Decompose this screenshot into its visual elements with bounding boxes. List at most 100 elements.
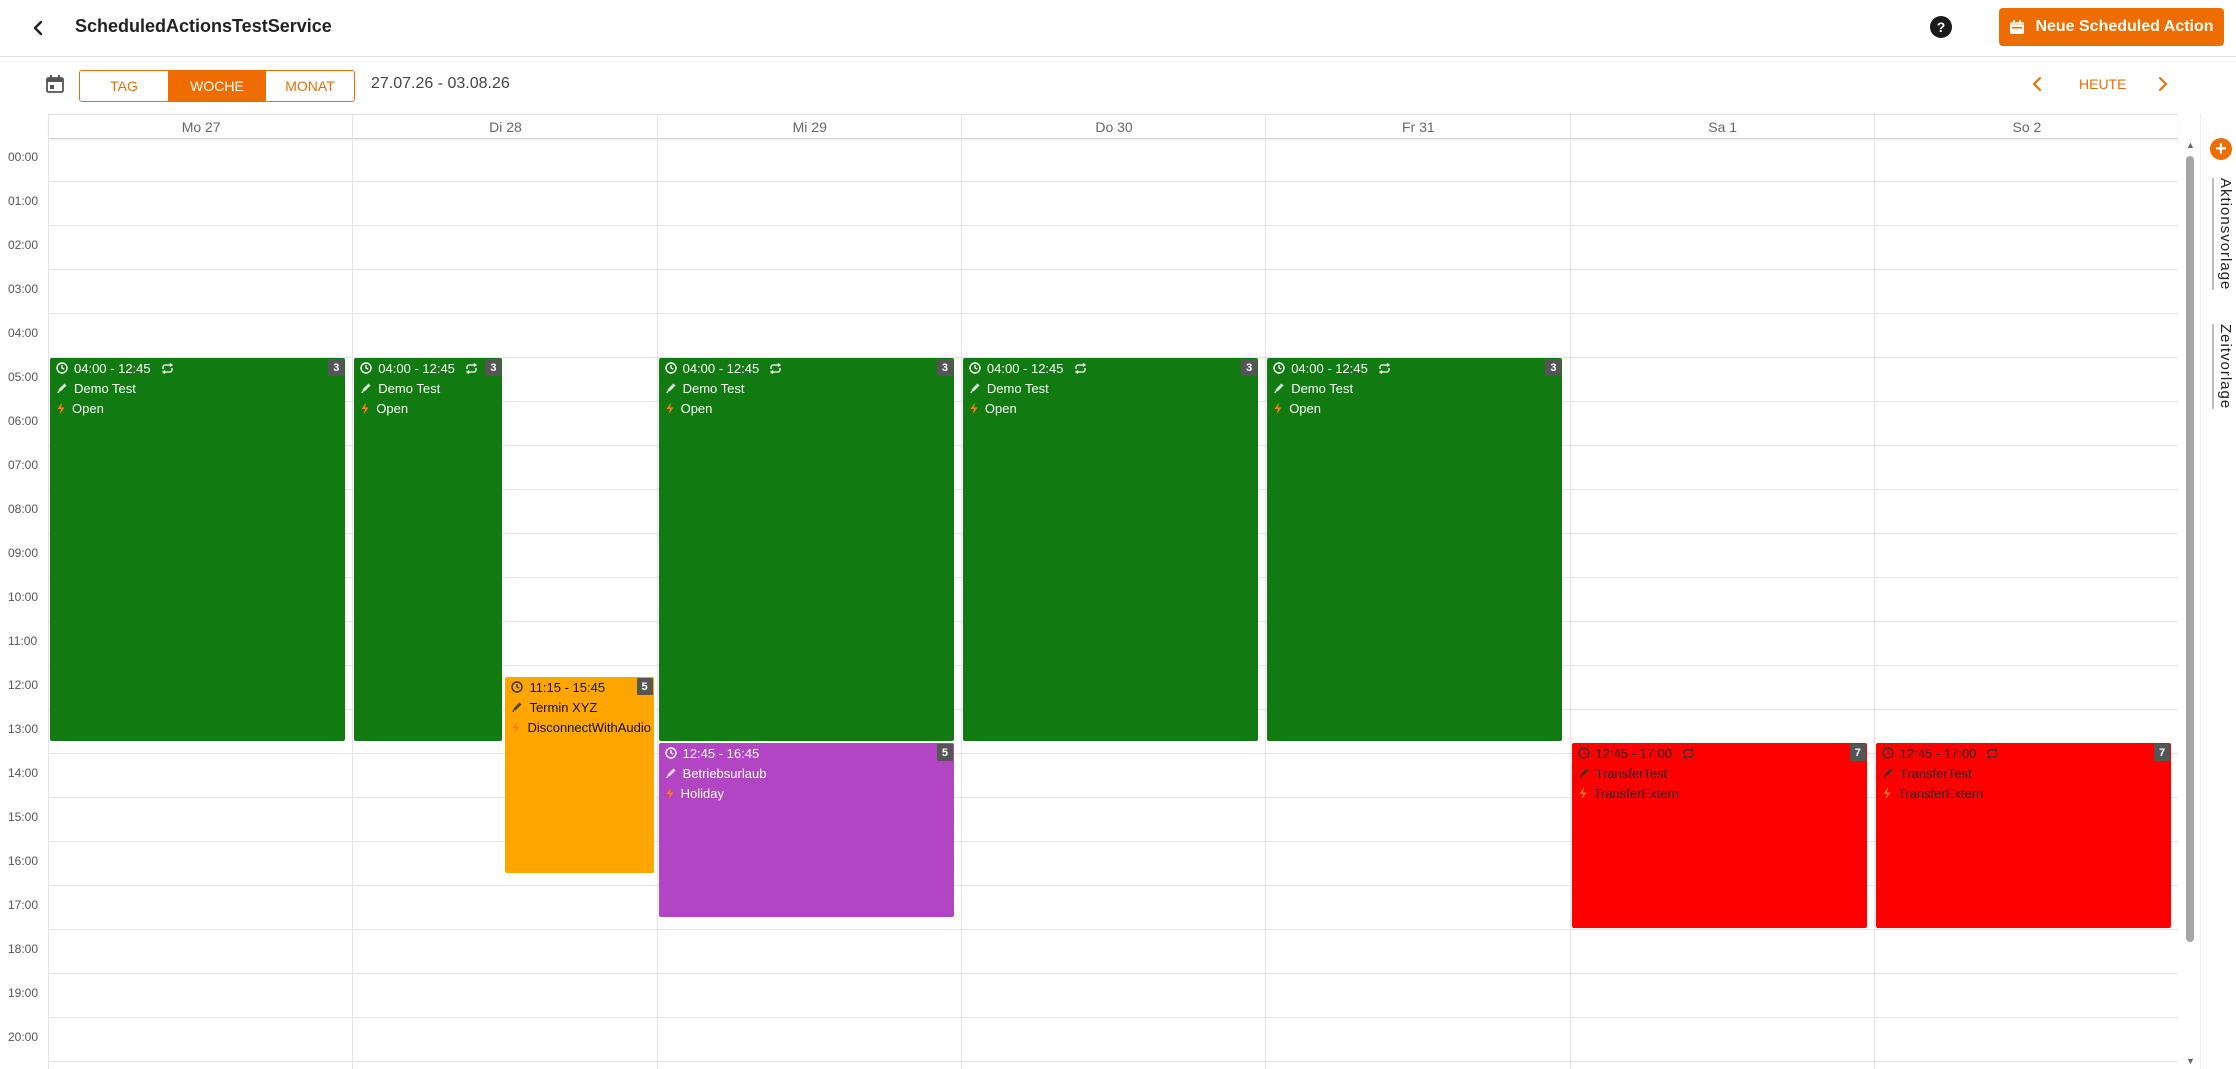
bolt-icon [970,402,978,414]
view-week-button[interactable]: WOCHE [169,71,266,101]
scroll-down-arrow-icon[interactable]: ▼ [2186,1056,2195,1066]
clock-icon [664,362,677,374]
pen-icon [665,383,676,394]
event-action: Open [376,400,409,416]
event-name: Termin XYZ [529,699,598,715]
event-name-row: Demo Test [963,378,1258,398]
event-count-badge: 5 [636,678,653,695]
day-header[interactable]: Di 28 [352,115,657,138]
repeat-icon [1378,362,1390,374]
event-action: TransferExtern [1897,785,1984,801]
pen-icon [1578,768,1588,779]
app-header: ScheduledActionsTestService ? Neue Sched… [0,0,2236,57]
repeat-icon [161,362,173,374]
day-header[interactable]: Mo 27 [48,115,353,138]
bolt-icon [512,721,520,733]
repeat-icon [1683,747,1695,759]
new-scheduled-action-button[interactable]: Neue Scheduled Action [1999,8,2224,46]
bolt-icon [1579,787,1586,799]
day-header[interactable]: Sa 1 [1569,115,1875,138]
event-time: 04:00 - 12:45 [986,360,1064,376]
scroll-up-arrow-icon[interactable]: ▲ [2186,140,2195,150]
calendar-event[interactable]: 12:45 - 16:45 Betriebsurlaub Holiday 5 [658,743,954,917]
repeat-icon [465,362,478,374]
add-template-button[interactable]: + [2210,138,2232,160]
day-header[interactable]: Mi 29 [656,115,962,138]
view-day-button[interactable]: TAG [80,71,169,101]
tab-zeitvorlage[interactable]: Zeitvorlage [2212,324,2234,410]
repeat-icon [770,362,782,374]
event-name-row: Termin XYZ [505,697,653,717]
event-action: Open [680,400,713,416]
calendar-toolbar: TAG WOCHE MONAT 27.07.26 - 03.08.26 HEUT… [0,57,2236,113]
event-count-badge: 3 [936,359,953,376]
calendar-event[interactable]: 04:00 - 12:45 Demo Test Open 3 [354,358,503,741]
back-arrow-icon[interactable] [24,14,52,42]
time-label: 07:00 [8,458,39,472]
event-name-row: TransferTest [1876,763,2171,783]
calendar-event[interactable]: 12:45 - 17:00 TransferTest TransferExtern 7 [1571,743,1867,928]
event-name-row: Betriebsurlaub [659,763,954,783]
event-action: Holiday [680,785,724,801]
calendar-event[interactable]: 04:00 - 12:45 Demo Test Open 3 [962,358,1259,741]
day-header[interactable]: So 2 [1873,115,2179,138]
scrollbar-thumb[interactable] [2186,156,2194,942]
event-time-row: 12:45 - 16:45 [659,743,954,763]
today-button[interactable]: HEUTE [2079,76,2126,92]
time-label: 10:00 [8,590,39,604]
clock-icon [664,747,677,759]
event-time-row: 11:15 - 15:45 [505,677,653,697]
calendar-event[interactable]: 11:15 - 15:45 Termin XYZ DisconnectWithAud… [505,677,654,873]
event-time-row: 04:00 - 12:45 [963,358,1258,378]
pen-icon [1883,768,1893,779]
day-header[interactable]: Fr 31 [1265,115,1570,138]
pen-icon [57,383,67,394]
time-label: 01:00 [8,194,39,208]
chevron-right-icon[interactable] [2152,73,2174,95]
event-time: 12:45 - 17:00 [1899,745,1977,761]
bolt-icon [361,402,369,414]
help-icon[interactable]: ? [1930,16,1952,38]
date-picker-icon[interactable] [44,73,66,95]
clock-icon [1882,747,1894,759]
event-action-row: TransferExtern [1876,783,2171,803]
calendar-event[interactable]: 12:45 - 17:00 TransferTest TransferExtern 7 [1875,743,2172,928]
time-label: 19:00 [8,986,39,1000]
time-label: 09:00 [8,546,39,560]
time-label: 08:00 [8,502,39,516]
hour-gridline [48,181,2178,182]
time-label: 03:00 [8,282,39,296]
tab-aktionsvorlage[interactable]: Aktionsvorlage [2212,178,2234,291]
event-name-row: Demo Test [50,378,345,398]
repeat-icon [1074,362,1086,374]
event-time: 11:15 - 15:45 [529,679,606,695]
new-scheduled-action-label: Neue Scheduled Action [2035,18,2214,35]
event-action: Open [1289,400,1321,416]
event-name: TransferTest [1595,765,1668,781]
day-header[interactable]: Do 30 [960,115,1266,138]
calendar-event[interactable]: 04:00 - 12:45 Demo Test Open 3 [50,358,346,741]
bolt-icon [666,402,674,414]
event-name: Demo Test [74,380,136,396]
week-grid[interactable]: 04:00 - 12:45 Demo Test Open 3 04:00 - 12:45… [48,140,2178,1069]
calendar-event[interactable]: 04:00 - 12:45 Demo Test Open 3 [1267,358,1563,741]
page-title: ScheduledActionsTestService [75,16,332,36]
event-action-row: Open [659,398,954,418]
time-label: 15:00 [8,810,39,824]
view-month-button[interactable]: MONAT [266,71,354,101]
time-column: 00:00 01:00 02:00 03:00 04:00 05:00 06:00 07:00… [0,140,48,1069]
event-time-row: 04:00 - 12:45 [659,358,954,378]
clock-icon [360,362,372,374]
event-time: 04:00 - 12:45 [74,360,151,376]
day-gridline [656,140,658,1069]
chevron-left-icon[interactable] [2026,73,2048,95]
hour-gridline [48,269,2178,270]
calendar-event[interactable]: 04:00 - 12:45 Demo Test Open 3 [658,358,954,741]
time-label: 00:00 [8,150,39,164]
pen-icon [512,702,522,713]
event-name: Demo Test [378,380,441,396]
event-count-badge: 7 [2154,744,2171,761]
date-range-label: 27.07.26 - 03.08.26 [371,75,510,92]
time-label: 14:00 [8,766,39,780]
event-action-row: Open [354,398,502,418]
